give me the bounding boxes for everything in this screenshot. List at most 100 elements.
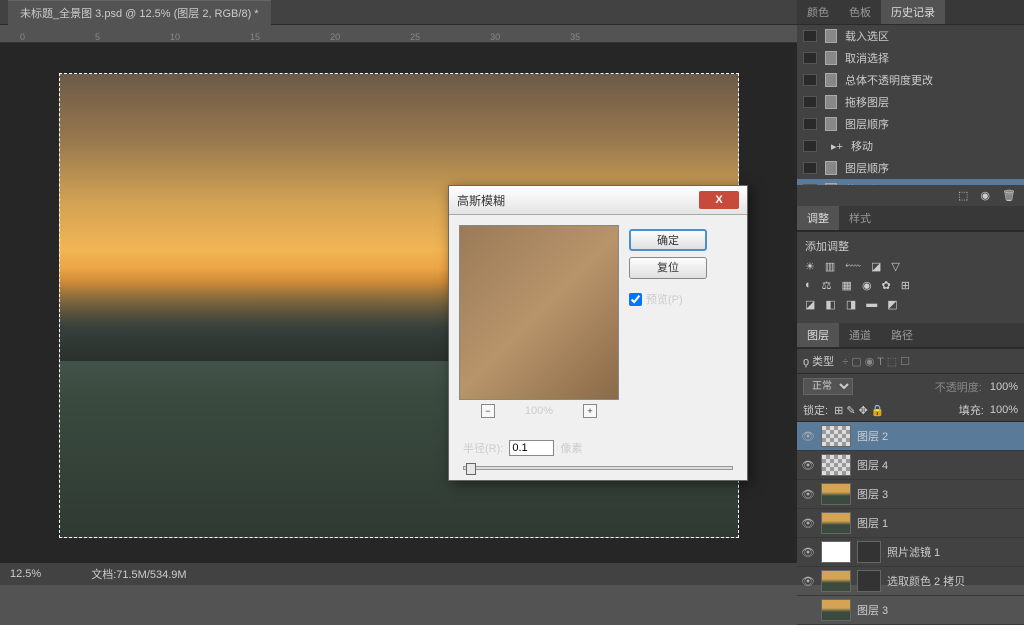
- tab-styles[interactable]: 样式: [839, 206, 881, 230]
- curves-icon[interactable]: ⬳: [845, 260, 861, 273]
- opacity-label: 不透明度:: [935, 379, 982, 395]
- layer-thumb[interactable]: [821, 483, 851, 505]
- trash-icon[interactable]: 🗑: [1002, 189, 1016, 202]
- document-icon: [825, 183, 837, 185]
- layers-tabs: 图层 通道 路径: [797, 323, 1024, 348]
- layer-row[interactable]: 👁选取颜色 2 拷贝: [797, 567, 1024, 596]
- document-icon: [825, 29, 837, 43]
- grid-icon[interactable]: ⊞: [901, 279, 910, 292]
- tab-swatches[interactable]: 色板: [839, 0, 881, 24]
- levels-icon[interactable]: ▥: [825, 260, 835, 273]
- radius-input[interactable]: [509, 440, 554, 456]
- document-tab[interactable]: 未标题_全景图 3.psd @ 12.5% (图层 2, RGB/8) *: [8, 0, 271, 25]
- tab-adjustments[interactable]: 调整: [797, 206, 839, 230]
- brightness-icon[interactable]: ☀: [805, 260, 815, 273]
- dialog-title-text: 高斯模糊: [457, 192, 505, 209]
- filter-label: ϙ 类型: [803, 353, 834, 369]
- exposure-icon[interactable]: ◪: [871, 260, 881, 273]
- layer-thumb[interactable]: [821, 454, 851, 476]
- layer-row[interactable]: 图层 3: [797, 596, 1024, 625]
- layer-row[interactable]: 👁图层 1: [797, 509, 1024, 538]
- blend-row: 正常 不透明度: 100%: [797, 373, 1024, 399]
- layer-mask[interactable]: [857, 570, 881, 592]
- history-item[interactable]: ▸+移动: [797, 135, 1024, 157]
- document-icon: [825, 95, 837, 109]
- reset-button[interactable]: 复位: [629, 257, 707, 279]
- adjustments-panel: 添加调整 ☀ ▥ ⬳ ◪ ▽ ◐ ⚖ ▦ ◉ ✿ ⊞ ◪ ◧ ◨ ▬ ◩: [797, 231, 1024, 323]
- tab-color[interactable]: 颜色: [797, 0, 839, 24]
- document-icon: [825, 117, 837, 131]
- slider-handle[interactable]: [466, 463, 476, 475]
- lock-row: 锁定:⊞ ✎ ✥ 🔒 填充:100%: [797, 399, 1024, 422]
- ok-button[interactable]: 确定: [629, 229, 707, 251]
- layer-filter-row: ϙ 类型 ÷ ▢ ◉ T ⬚ ☐: [797, 348, 1024, 373]
- history-item[interactable]: 总体不透明度更改: [797, 69, 1024, 91]
- dialog-titlebar[interactable]: 高斯模糊 X: [449, 186, 747, 215]
- vibrance-icon[interactable]: ▽: [891, 260, 899, 273]
- layer-mask[interactable]: [857, 541, 881, 563]
- channel-mixer-icon[interactable]: ◉: [862, 279, 872, 292]
- radius-label: 半径(R):: [463, 440, 503, 456]
- blend-mode-select[interactable]: 正常: [803, 378, 853, 395]
- bw-icon[interactable]: ◐: [805, 279, 812, 292]
- adjust-title: 添加调整: [805, 238, 1016, 254]
- history-item[interactable]: 图层顺序: [797, 157, 1024, 179]
- photo-filter-icon[interactable]: ▦: [842, 279, 852, 292]
- status-bar: 12.5% 文档:71.5M/534.9M: [0, 563, 797, 585]
- eye-icon[interactable]: 👁: [801, 575, 815, 588]
- layer-row[interactable]: 👁图层 2: [797, 422, 1024, 451]
- tab-layers[interactable]: 图层: [797, 323, 839, 347]
- posterize-icon[interactable]: ◧: [825, 298, 835, 311]
- eye-icon[interactable]: 👁: [801, 546, 815, 559]
- invert-icon[interactable]: ◪: [805, 298, 815, 311]
- gradient-map-icon[interactable]: ▬: [866, 298, 877, 311]
- close-button[interactable]: X: [699, 191, 739, 209]
- radius-slider[interactable]: [463, 466, 733, 470]
- preview-thumbnail[interactable]: [459, 225, 619, 400]
- tab-paths[interactable]: 路径: [881, 323, 923, 347]
- radius-unit: 像素: [560, 440, 582, 456]
- layer-row[interactable]: 👁图层 4: [797, 451, 1024, 480]
- document-icon: [825, 161, 837, 175]
- history-item[interactable]: 载入选区: [797, 25, 1024, 47]
- lut-icon[interactable]: ✿: [882, 279, 891, 292]
- zoom-out-button[interactable]: −: [481, 404, 495, 418]
- eye-icon[interactable]: 👁: [801, 430, 815, 443]
- camera-icon[interactable]: ◉: [980, 189, 990, 202]
- zoom-percent: 100%: [525, 405, 553, 417]
- balance-icon[interactable]: ⚖: [822, 279, 832, 292]
- history-item[interactable]: 拖移图层: [797, 91, 1024, 113]
- history-list: 载入选区 取消选择 总体不透明度更改 拖移图层 图层顺序 ▸+移动 图层顺序 载…: [797, 25, 1024, 185]
- layer-thumb[interactable]: [821, 512, 851, 534]
- tab-channels[interactable]: 通道: [839, 323, 881, 347]
- preview-checkbox[interactable]: 预览(P): [629, 291, 707, 307]
- tab-history[interactable]: 历史记录: [881, 0, 945, 24]
- history-item[interactable]: 图层顺序: [797, 113, 1024, 135]
- eye-icon[interactable]: 👁: [801, 459, 815, 472]
- history-item[interactable]: 取消选择: [797, 47, 1024, 69]
- zoom-in-button[interactable]: +: [583, 404, 597, 418]
- layer-thumb[interactable]: [821, 425, 851, 447]
- zoom-level[interactable]: 12.5%: [10, 568, 41, 580]
- document-icon: [825, 73, 837, 87]
- lock-icons[interactable]: ⊞ ✎ ✥ 🔒: [834, 404, 885, 417]
- eye-icon[interactable]: 👁: [801, 517, 815, 530]
- fill-value[interactable]: 100%: [990, 404, 1018, 416]
- right-panels: 颜色 色板 历史记录 载入选区 取消选择 总体不透明度更改 拖移图层 图层顺序 …: [797, 0, 1024, 585]
- document-icon: [825, 51, 837, 65]
- layer-row[interactable]: 👁图层 3: [797, 480, 1024, 509]
- selective-color-icon[interactable]: ◩: [887, 298, 897, 311]
- threshold-icon[interactable]: ◨: [846, 298, 856, 311]
- layers-list: 👁图层 2 👁图层 4 👁图层 3 👁图层 1 👁照片滤镜 1 👁选取颜色 2 …: [797, 422, 1024, 625]
- gaussian-blur-dialog: 高斯模糊 X − 100% + 确定 复位 预览(P) 半径(R): 像素: [448, 185, 748, 481]
- eye-icon[interactable]: 👁: [801, 488, 815, 501]
- layer-row[interactable]: 👁照片滤镜 1: [797, 538, 1024, 567]
- opacity-value[interactable]: 100%: [990, 381, 1018, 393]
- layer-thumb[interactable]: [821, 570, 851, 592]
- history-panel-tabs: 颜色 色板 历史记录: [797, 0, 1024, 25]
- layer-thumb[interactable]: [821, 541, 851, 563]
- snapshot-icon[interactable]: ⬚: [958, 189, 968, 202]
- doc-size: 文档:71.5M/534.9M: [91, 566, 186, 582]
- history-footer-icons: ⬚ ◉ 🗑: [797, 185, 1024, 206]
- layer-thumb[interactable]: [821, 599, 851, 621]
